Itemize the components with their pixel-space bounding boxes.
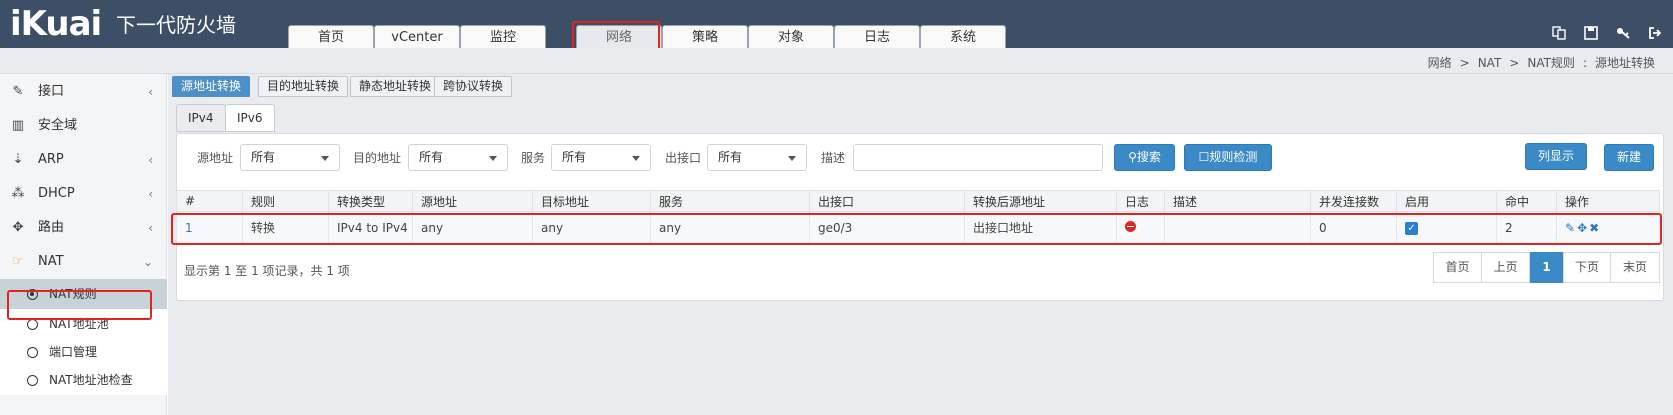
col-type: 转换类型 [328, 190, 413, 212]
col-dst: 目标地址 [532, 190, 651, 212]
nav-tab-monitor[interactable]: 监控 [460, 25, 546, 49]
sidebar-sub-port-manage[interactable]: 端口管理 [0, 337, 167, 367]
breadcrumb-current: 源地址转换 [1594, 56, 1655, 70]
sidebar-item-route[interactable]: ✥ 路由 ‹ [0, 210, 167, 246]
nav-tab-object[interactable]: 对象 [748, 25, 834, 49]
out-label: 出接口 [665, 151, 702, 165]
checkbox-icon: ☐ [1198, 150, 1210, 164]
svc-label: 服务 [521, 151, 546, 165]
col-enable: 启用 [1396, 190, 1497, 212]
list-view-button[interactable]: 列显示 [1525, 143, 1587, 170]
breadcrumb-bar: 网络 > NAT > NAT规则: 源地址转换 [0, 48, 1673, 74]
tab-destination-nat[interactable]: 目的地址转换 [258, 76, 349, 97]
nav-tab-policy[interactable]: 策略 [662, 25, 748, 49]
chevron-down-icon: ⌄ [142, 255, 153, 269]
translate-icon[interactable] [1551, 26, 1567, 42]
nav-tab-system[interactable]: 系统 [920, 25, 1006, 49]
radio-icon [27, 319, 38, 330]
chevron-left-icon: ‹ [148, 85, 153, 99]
page-first[interactable]: 首页 [1433, 252, 1482, 283]
table-header-row: # 规则 转换类型 源地址 目标地址 服务 出接口 转换后源地址 日志 描述 并… [176, 190, 1660, 212]
col-out-if: 出接口 [809, 190, 965, 212]
sidebar-item-nat[interactable]: ☞ NAT ⌄ [0, 244, 167, 280]
rule-check-button[interactable]: ☐规则检测 [1184, 144, 1272, 171]
tab-cross-protocol[interactable]: 跨协议转换 [434, 76, 513, 97]
breadcrumb-network[interactable]: 网络 [1428, 56, 1452, 70]
page-next[interactable]: 下页 [1563, 252, 1611, 283]
sidebar-item-arp[interactable]: ⇣ ARP ‹ [0, 142, 167, 178]
breadcrumb: 网络 > NAT > NAT规则: 源地址转换 [1427, 56, 1655, 70]
network-icon: ⁂ [11, 186, 25, 201]
col-sessions: 并发连接数 [1310, 190, 1397, 212]
header-tools [1551, 26, 1663, 42]
plug-icon: ✎ [12, 84, 24, 99]
breadcrumb-nat-rules[interactable]: NAT规则 [1527, 56, 1575, 70]
ikuai-logo: iKuai [10, 4, 102, 44]
desc-label: 描述 [821, 151, 846, 165]
sidebar-item-dhcp[interactable]: ⁂ DHCP ‹ [0, 176, 167, 212]
highlight-nat-rules [7, 290, 152, 320]
svc-select[interactable]: 所有 [551, 144, 651, 171]
col-service: 服务 [650, 190, 810, 212]
logout-icon[interactable] [1647, 26, 1663, 42]
app-header: iKuai 下一代防火墙 首页 vCenter 监控 网络 策略 对象 日志 系… [0, 0, 1673, 54]
chevron-left-icon: ‹ [148, 153, 153, 167]
search-button[interactable]: ⚲搜索 [1114, 144, 1175, 171]
key-icon[interactable] [1615, 26, 1631, 42]
page-prev[interactable]: 上页 [1481, 252, 1530, 283]
page-current[interactable]: 1 [1530, 252, 1563, 283]
col-translated-src: 转换后源地址 [964, 190, 1117, 212]
save-icon[interactable] [1583, 26, 1599, 42]
tab-ipv4[interactable]: IPv4 [176, 104, 226, 132]
product-title: 下一代防火墙 [116, 13, 236, 37]
col-hits: 命中 [1496, 190, 1557, 212]
dst-select[interactable]: 所有 [408, 144, 508, 171]
page-last[interactable]: 末页 [1610, 252, 1660, 283]
sidebar-item-security-zone[interactable]: ▥ 安全域 [0, 108, 167, 144]
radio-icon [27, 375, 38, 386]
new-button[interactable]: 新建 [1604, 144, 1654, 171]
src-label: 源地址 [197, 151, 234, 165]
record-summary: 显示第 1 至 1 项记录，共 1 项 [184, 264, 350, 278]
sidebar: ✎ 接口 ‹ ▥ 安全域 ⇣ ARP ‹ ⁂ DHCP ‹ ✥ 路由 ‹ ☞ N… [0, 74, 167, 415]
col-index: # [176, 190, 243, 212]
highlight-rule-row [171, 213, 1662, 245]
chevron-left-icon: ‹ [148, 187, 153, 201]
sidebar-item-interface[interactable]: ✎ 接口 ‹ [0, 74, 167, 110]
hand-icon: ☞ [12, 254, 24, 269]
tab-source-nat[interactable]: 源地址转换 [172, 76, 251, 97]
search-icon: ⚲ [1128, 150, 1137, 164]
bank-icon: ▥ [11, 118, 25, 133]
radio-icon [27, 347, 38, 358]
nav-tab-log[interactable]: 日志 [834, 25, 920, 49]
out-select[interactable]: 所有 [707, 144, 807, 171]
chevron-left-icon: ‹ [148, 221, 153, 235]
sidebar-sub-nat-pool-check[interactable]: NAT地址池检查 [0, 365, 167, 395]
nav-tab-vcenter[interactable]: vCenter [374, 25, 460, 49]
col-actions: 操作 [1556, 190, 1660, 212]
col-log: 日志 [1116, 190, 1165, 212]
dst-label: 目的地址 [353, 151, 402, 165]
breadcrumb-nat[interactable]: NAT [1478, 56, 1502, 70]
col-rule: 规则 [242, 190, 329, 212]
col-desc: 描述 [1164, 190, 1311, 212]
arp-icon: ⇣ [12, 152, 24, 167]
arrows-icon: ✥ [12, 220, 24, 235]
src-select[interactable]: 所有 [240, 144, 340, 171]
nav-tab-home[interactable]: 首页 [288, 25, 374, 49]
tab-ipv6[interactable]: IPv6 [225, 104, 275, 132]
tab-static-nat[interactable]: 静态地址转换 [350, 76, 441, 97]
desc-input[interactable] [853, 144, 1103, 171]
col-src: 源地址 [412, 190, 533, 212]
